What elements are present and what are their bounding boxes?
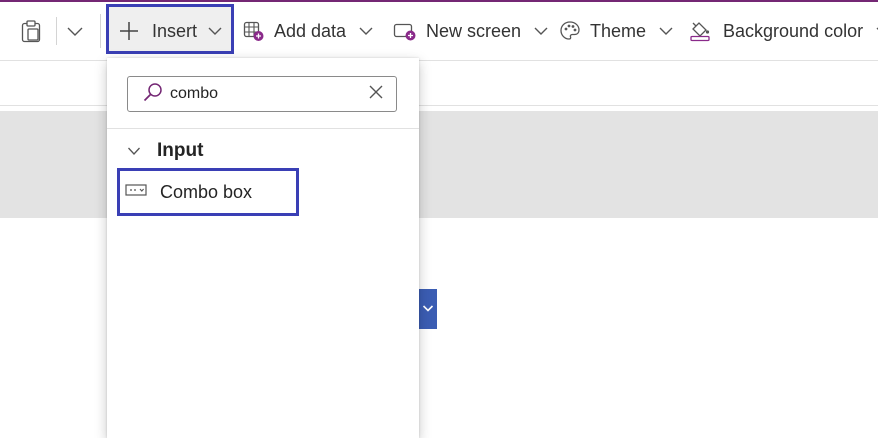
toolbar-divider <box>100 14 101 48</box>
paste-options-dropdown[interactable] <box>66 2 84 60</box>
new-screen-label: New screen <box>426 20 522 41</box>
chevron-down-icon <box>207 25 223 37</box>
background-color-button[interactable]: Background color <box>689 2 878 60</box>
chevron-down-icon <box>358 25 374 37</box>
dropdown-control[interactable] <box>418 289 437 329</box>
screen-add-icon <box>393 20 417 42</box>
paste-icon <box>20 19 42 43</box>
theme-button[interactable]: Theme <box>559 2 674 60</box>
insert-label: Insert <box>152 20 198 41</box>
panel-divider <box>107 128 419 129</box>
toolbar-divider <box>56 17 57 45</box>
combo-box-icon <box>125 182 147 203</box>
insert-panel: combo Input Combo box <box>107 58 419 438</box>
chevron-down-icon <box>66 25 84 37</box>
chevron-down-icon <box>658 25 674 37</box>
close-icon[interactable] <box>368 84 384 105</box>
add-data-label: Add data <box>274 20 347 41</box>
chevron-down-icon <box>127 140 141 162</box>
insert-button[interactable]: Insert <box>119 2 223 60</box>
palette-icon <box>559 20 581 42</box>
new-screen-button[interactable]: New screen <box>393 2 549 60</box>
list-item-combo-box[interactable]: Combo box <box>117 168 299 216</box>
add-data-button[interactable]: Add data <box>243 2 374 60</box>
list-item-label: Combo box <box>160 181 253 202</box>
group-label: Input <box>157 140 204 161</box>
plus-icon <box>119 21 139 41</box>
theme-label: Theme <box>590 20 647 41</box>
group-header-input[interactable]: Input <box>127 138 203 164</box>
search-input[interactable]: combo <box>127 76 397 112</box>
table-add-icon <box>243 20 265 42</box>
search-icon <box>143 82 163 107</box>
background-color-label: Background color <box>723 20 864 41</box>
search-value: combo <box>170 85 219 102</box>
paint-bucket-icon <box>689 20 711 42</box>
chevron-down-icon <box>533 25 549 37</box>
chevron-down-icon <box>422 300 434 318</box>
paste-button[interactable] <box>20 2 42 60</box>
